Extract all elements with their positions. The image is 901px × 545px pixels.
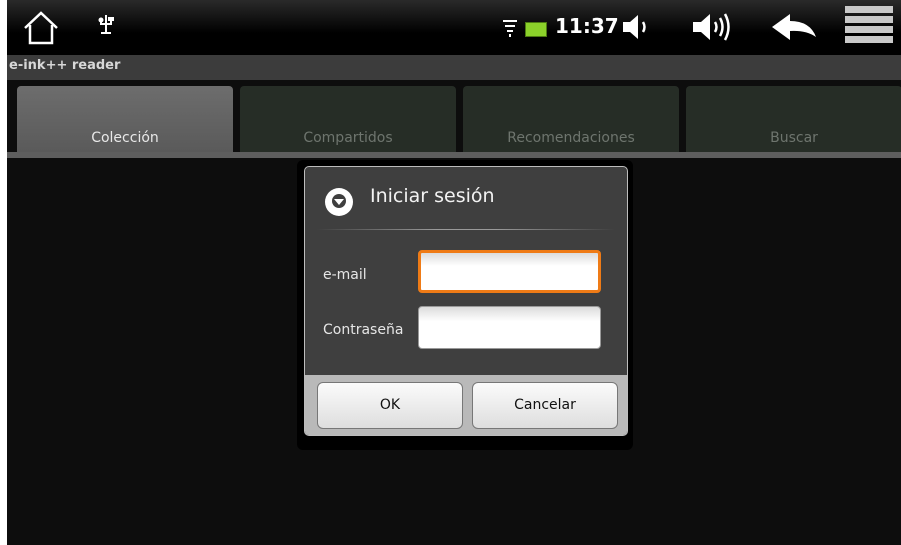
tab-bar: Colección Compartidos Recomendaciones Bu…	[7, 80, 901, 158]
app-title: e-ink++ reader	[9, 58, 121, 73]
email-input[interactable]	[421, 253, 598, 290]
ok-button[interactable]: OK	[317, 382, 463, 429]
password-field[interactable]	[418, 306, 601, 349]
home-icon[interactable]	[21, 8, 61, 48]
tab-label: Buscar	[770, 130, 818, 146]
device-screen: 11:37 e-ink++ reader Colección Compartid…	[7, 0, 901, 545]
volume-down-icon[interactable]	[620, 12, 652, 46]
dialog-title: Iniciar sesión	[370, 185, 495, 207]
wifi-icon	[502, 18, 518, 42]
email-field[interactable]	[418, 250, 601, 293]
login-dialog: Iniciar sesión e-mail Contraseña OK Canc…	[304, 166, 628, 436]
tab-label: Compartidos	[303, 130, 393, 146]
tab-compartidos[interactable]: Compartidos	[240, 86, 456, 152]
battery-icon	[525, 22, 547, 37]
usb-icon	[95, 13, 117, 41]
cancel-button[interactable]: Cancelar	[472, 382, 618, 429]
password-input[interactable]	[419, 307, 600, 348]
volume-up-icon[interactable]	[690, 10, 734, 48]
tab-label: Colección	[91, 130, 159, 146]
password-label: Contraseña	[323, 322, 404, 338]
tab-recomendaciones[interactable]: Recomendaciones	[463, 86, 679, 152]
tab-buscar[interactable]: Buscar	[686, 86, 901, 152]
menu-icon[interactable]	[845, 6, 893, 50]
tab-underline	[7, 152, 901, 158]
status-bar: 11:37	[7, 0, 901, 55]
dialog-divider	[317, 229, 615, 230]
back-icon[interactable]	[770, 11, 818, 47]
status-time: 11:37	[555, 14, 619, 38]
tab-label: Recomendaciones	[507, 130, 635, 146]
app-title-bar: e-ink++ reader	[7, 55, 901, 80]
dropdown-circle-icon	[325, 188, 353, 216]
dialog-button-bar: OK Cancelar	[305, 375, 627, 435]
tab-coleccion[interactable]: Colección	[17, 86, 233, 152]
email-label: e-mail	[323, 267, 367, 283]
